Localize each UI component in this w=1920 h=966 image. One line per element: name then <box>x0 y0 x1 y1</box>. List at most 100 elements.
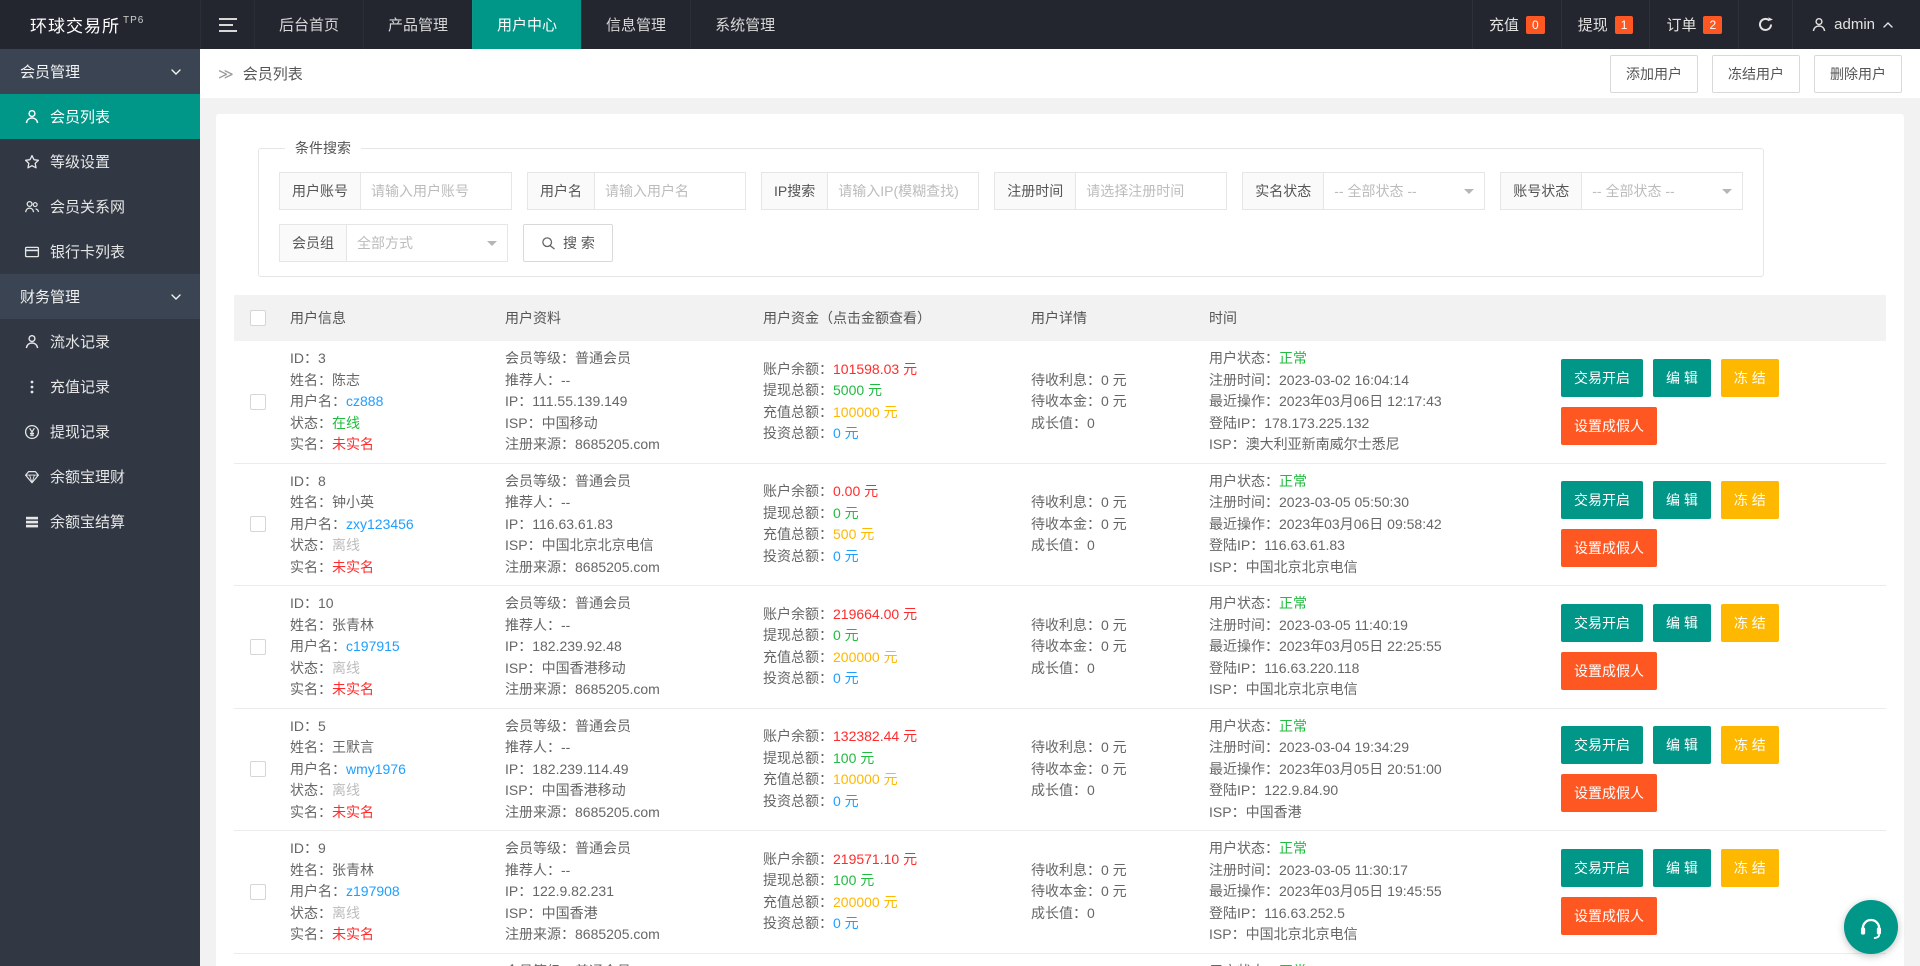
withdraw-total[interactable]: 100 元 <box>833 750 874 766</box>
select-all-checkbox[interactable] <box>250 310 266 326</box>
balance-amount[interactable]: 0.00 元 <box>833 483 878 499</box>
edit-button[interactable]: 编 辑 <box>1653 726 1711 765</box>
user-details-cell: 待收利息：0 元 待收本金：0 元 成长值：0 <box>1031 861 1127 921</box>
sidebar-entry[interactable]: 会员关系网 <box>0 184 200 229</box>
register-time: 2023-03-02 16:04:14 <box>1279 371 1409 388</box>
withdraw-total[interactable]: 5000 元 <box>833 382 882 398</box>
freeze-button[interactable]: 冻 结 <box>1720 848 1779 887</box>
balance-amount[interactable]: 219571.10 元 <box>833 851 917 867</box>
user-realname-text: 陈志 <box>332 371 360 388</box>
edit-button[interactable]: 编 辑 <box>1653 358 1711 397</box>
search-input[interactable] <box>1075 172 1228 210</box>
user-profile-cell: 会员等级：普通会员 推荐人：-- IP：111.55.139.149 ISP：中… <box>505 350 660 452</box>
withdraw-total[interactable]: 100 元 <box>833 872 874 888</box>
table-row: ID：5 姓名：王默言 用户名：wmy1976 状态：离线 实名：未实名 会员等… <box>234 709 1886 831</box>
topnav-item[interactable]: 产品管理 <box>363 0 472 49</box>
sidebar-entry[interactable]: 充值记录 <box>0 364 200 409</box>
sidebar-entry[interactable]: 余额宝结算 <box>0 499 200 544</box>
set-fake-button[interactable]: 设置成假人 <box>1561 529 1657 568</box>
sidebar-entry[interactable]: 会员列表 <box>0 94 200 139</box>
sidebar-entry[interactable]: 会员管理 <box>0 49 200 94</box>
recharge-total[interactable]: 200000 元 <box>833 649 898 665</box>
row-checkbox[interactable] <box>250 393 266 410</box>
topnav-item[interactable]: 后台首页 <box>254 0 363 49</box>
withdraw-total[interactable]: 0 元 <box>833 627 859 643</box>
username-link[interactable]: wmy1976 <box>346 761 406 777</box>
user-status: 正常 <box>1279 963 1307 966</box>
sidebar-entry[interactable]: 余额宝理财 <box>0 454 200 499</box>
row-checkbox[interactable] <box>250 883 266 900</box>
sidebar-item-icon <box>24 109 40 125</box>
search-input[interactable] <box>594 172 746 210</box>
invest-total[interactable]: 0 元 <box>833 915 859 931</box>
trade-toggle-button[interactable]: 交易开启 <box>1561 358 1643 397</box>
quick-counter-item[interactable]: 订单 2 <box>1649 0 1738 49</box>
invest-total[interactable]: 0 元 <box>833 670 859 686</box>
search-input[interactable] <box>827 172 980 210</box>
username-link[interactable]: z197908 <box>346 883 400 899</box>
quick-counter-item[interactable]: 提现 1 <box>1560 0 1650 49</box>
balance-amount[interactable]: 132382.44 元 <box>833 728 917 744</box>
invest-total[interactable]: 0 元 <box>833 425 859 441</box>
topnav-item[interactable]: 信息管理 <box>581 0 690 49</box>
sidebar-entry[interactable]: 等级设置 <box>0 139 200 184</box>
username-link[interactable]: cz888 <box>346 393 383 409</box>
floating-service-button[interactable] <box>1844 900 1898 954</box>
freeze-button[interactable]: 冻 结 <box>1720 726 1779 765</box>
recharge-total[interactable]: 500 元 <box>833 526 874 542</box>
balance-amount[interactable]: 219664.00 元 <box>833 606 917 622</box>
header-action-button[interactable]: 冻结用户 <box>1712 54 1800 93</box>
balance-amount[interactable]: 101598.03 元 <box>833 361 917 377</box>
member-level: 普通会员 <box>575 840 631 856</box>
invest-total[interactable]: 0 元 <box>833 793 859 809</box>
withdraw-total[interactable]: 0 元 <box>833 505 859 521</box>
search-button[interactable]: 搜 索 <box>523 224 613 262</box>
topnav-item[interactable]: 用户中心 <box>472 0 582 49</box>
sidebar-entry[interactable]: 流水记录 <box>0 319 200 364</box>
column-header: 用户资金（点击金额查看） <box>763 310 931 326</box>
set-fake-button[interactable]: 设置成假人 <box>1561 896 1657 935</box>
edit-button[interactable]: 编 辑 <box>1653 848 1711 887</box>
header-action-button[interactable]: 添加用户 <box>1610 54 1698 93</box>
hamburger-menu-icon[interactable] <box>200 0 254 49</box>
set-fake-button[interactable]: 设置成假人 <box>1561 406 1657 445</box>
trade-toggle-button[interactable]: 交易开启 <box>1561 481 1643 520</box>
search-input[interactable] <box>360 172 512 210</box>
trade-toggle-button[interactable]: 交易开启 <box>1561 603 1643 642</box>
username-link[interactable]: zxy123456 <box>346 516 414 532</box>
search-field: 用户账号 <box>279 172 512 210</box>
quick-counter-item[interactable]: 充值 0 <box>1472 0 1561 49</box>
recharge-total[interactable]: 100000 元 <box>833 771 898 787</box>
sidebar-entry[interactable]: 银行卡列表 <box>0 229 200 274</box>
recharge-total[interactable]: 200000 元 <box>833 894 898 910</box>
chevron-down-icon <box>170 66 182 78</box>
row-checkbox[interactable] <box>250 761 266 778</box>
sidebar-entry[interactable]: 提现记录 <box>0 409 200 454</box>
set-fake-button[interactable]: 设置成假人 <box>1561 774 1657 813</box>
row-checkbox[interactable] <box>250 516 266 533</box>
topnav-item[interactable]: 系统管理 <box>690 0 799 49</box>
trade-toggle-button[interactable]: 交易开启 <box>1561 726 1643 765</box>
edit-button[interactable]: 编 辑 <box>1653 603 1711 642</box>
refresh-button[interactable] <box>1738 0 1792 49</box>
topnav-item-label: 系统管理 <box>715 17 776 34</box>
freeze-button[interactable]: 冻 结 <box>1720 603 1779 642</box>
caret-down-icon <box>487 240 497 251</box>
invest-total[interactable]: 0 元 <box>833 548 859 564</box>
user-menu[interactable]: admin <box>1792 0 1920 49</box>
user-funds-cell: 账户余额：219571.10 元 提现总额：100 元 充值总额：200000 … <box>763 850 918 932</box>
search-select[interactable]: -- 全部状态 -- <box>1581 172 1744 210</box>
freeze-button[interactable]: 冻 结 <box>1720 358 1779 397</box>
set-fake-button[interactable]: 设置成假人 <box>1561 651 1657 690</box>
row-checkbox[interactable] <box>250 638 266 655</box>
sidebar-entry[interactable]: 财务管理 <box>0 274 200 319</box>
search-select[interactable]: -- 全部状态 -- <box>1323 172 1486 210</box>
recharge-total[interactable]: 100000 元 <box>833 404 898 420</box>
edit-button[interactable]: 编 辑 <box>1653 481 1711 520</box>
username-link[interactable]: c197915 <box>346 638 400 654</box>
freeze-button[interactable]: 冻 结 <box>1720 481 1779 520</box>
search-select[interactable]: 全部方式 <box>346 224 508 262</box>
trade-toggle-button[interactable]: 交易开启 <box>1561 848 1643 887</box>
header-action-button[interactable]: 删除用户 <box>1814 54 1902 93</box>
time-cell: 用户状态：正常 注册时间：2023-03-04 19:12:52 最近操作： 登… <box>1201 961 1553 966</box>
